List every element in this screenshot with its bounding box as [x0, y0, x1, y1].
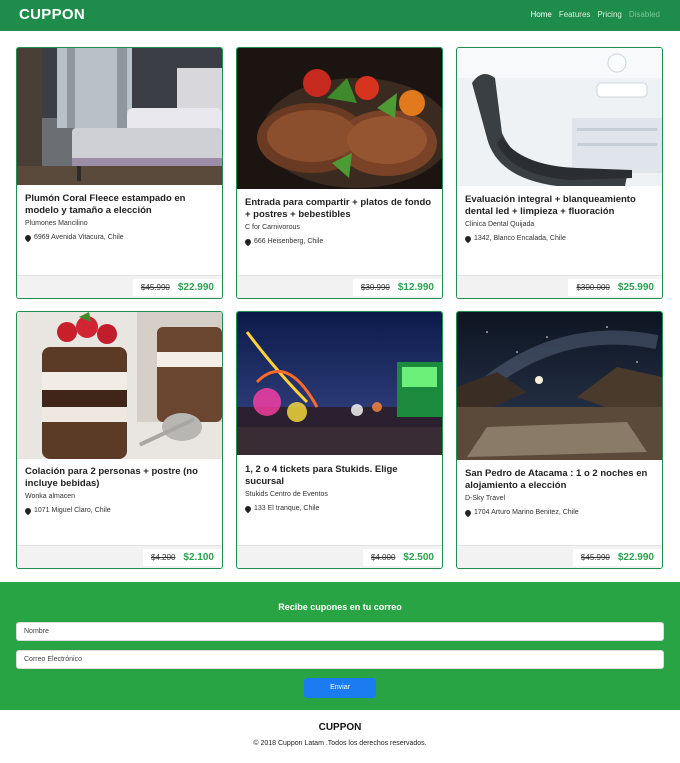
old-price: $300.000 [576, 283, 610, 292]
nav-links: Home Features Pricing Disabled [530, 10, 660, 19]
deal-address: 666 Heisenberg, Chile [243, 237, 436, 246]
steak-photo[interactable] [237, 48, 442, 189]
deal-address: 1071 Miguel Claro, Chile [23, 506, 216, 515]
price-box: $4.000 $2.500 [362, 549, 442, 566]
deal-card[interactable]: Plumón Coral Fleece estampado en modelo … [16, 47, 223, 299]
footer-copyright: © 2018 Cuppon Latam .Todos los derechos … [253, 740, 427, 747]
new-price: $25.990 [617, 282, 654, 293]
deal-title[interactable]: San Pedro de Atacama : 1 o 2 noches en a… [465, 468, 656, 492]
map-pin-icon [23, 506, 33, 515]
fairground-photo[interactable] [237, 312, 442, 455]
card-footer: $45.990 $22.990 [457, 545, 662, 568]
deal-address: 6969 Avenida Vitacura, Chile [23, 233, 216, 242]
address-text: 1071 Miguel Claro, Chile [34, 507, 111, 514]
price-box: $4.200 $2.100 [142, 549, 222, 566]
address-text: 666 Heisenberg, Chile [254, 238, 324, 245]
merchant-name: Plumones Mancilino [25, 220, 88, 227]
merchant-name: Stukids Centro de Eventos [245, 491, 328, 498]
card-footer: $4.000 $2.500 [237, 545, 442, 568]
address-text: 133 El tranque, Chile [254, 505, 320, 512]
deal-card[interactable]: San Pedro de Atacama : 1 o 2 noches en a… [456, 311, 663, 569]
new-price: $22.990 [177, 282, 214, 293]
address-text: 1342, Blanco Encalada, Chile [474, 235, 566, 242]
new-price: $12.990 [397, 282, 434, 293]
nav-home[interactable]: Home [530, 10, 551, 19]
new-price: $22.990 [617, 552, 654, 563]
address-text: 1704 Arturo Marino Benitez, Chile [474, 509, 579, 516]
map-pin-icon [243, 504, 253, 513]
merchant-name: Clinica Dental Quijada [465, 221, 535, 228]
new-price: $2.100 [183, 552, 214, 563]
nav-features[interactable]: Features [559, 10, 591, 19]
price-box: $45.990 $22.990 [132, 279, 222, 296]
merchant-name: Wonka almacen [25, 493, 76, 500]
deal-address: 133 El tranque, Chile [243, 504, 436, 513]
card-footer: $4.200 $2.100 [17, 545, 222, 568]
deal-title[interactable]: Entrada para compartir + platos de fondo… [245, 197, 436, 221]
deal-title[interactable]: 1, 2 o 4 tickets para Stukids. Elige suc… [245, 464, 436, 488]
card-footer: $300.000 $25.990 [457, 275, 662, 298]
navbar: CUPPON Home Features Pricing Disabled [0, 0, 680, 31]
price-box: $30.990 $12.990 [352, 279, 442, 296]
brand-logo[interactable]: CUPPON [19, 6, 85, 23]
footer-brand: CUPPON [318, 722, 362, 733]
deal-address: 1704 Arturo Marino Benitez, Chile [463, 508, 656, 517]
new-price: $2.500 [403, 552, 434, 563]
dental-chair-photo[interactable] [457, 48, 662, 186]
deal-title[interactable]: Colación para 2 personas + postre (no in… [25, 466, 216, 490]
nav-pricing[interactable]: Pricing [597, 10, 621, 19]
deal-title[interactable]: Evaluación integral + blanqueamiento den… [465, 194, 656, 218]
night-desert-photo[interactable] [457, 312, 662, 460]
price-box: $45.990 $22.990 [572, 549, 662, 566]
submit-button[interactable]: Enviar [304, 678, 376, 698]
old-price: $4.200 [150, 553, 176, 562]
map-pin-icon [243, 237, 253, 246]
merchant-name: C for Carnivorous [245, 224, 300, 231]
deal-card[interactable]: Entrada para compartir + platos de fondo… [236, 47, 443, 299]
deal-address: 1342, Blanco Encalada, Chile [463, 234, 656, 243]
deal-title[interactable]: Plumón Coral Fleece estampado en modelo … [25, 193, 216, 217]
address-text: 6969 Avenida Vitacura, Chile [34, 234, 124, 241]
bedroom-photo[interactable] [17, 48, 222, 185]
card-footer: $30.990 $12.990 [237, 275, 442, 298]
newsletter-signup: Recibe cupones en tu correo Nombre Corre… [0, 582, 680, 710]
card-footer: $45.990 $22.990 [17, 275, 222, 298]
old-price: $45.990 [140, 283, 170, 292]
dessert-photo[interactable] [17, 312, 222, 459]
map-pin-icon [463, 508, 473, 517]
old-price: $30.990 [360, 283, 390, 292]
nav-disabled: Disabled [628, 10, 660, 19]
merchant-name: D-Sky Travel [465, 495, 506, 502]
email-field[interactable]: Correo Electrónico [16, 650, 664, 669]
map-pin-icon [463, 234, 473, 243]
old-price: $45.990 [580, 553, 610, 562]
old-price: $4.000 [370, 553, 396, 562]
deal-card[interactable]: Colación para 2 personas + postre (no in… [16, 311, 223, 569]
deal-card[interactable]: Evaluación integral + blanqueamiento den… [456, 47, 663, 299]
map-pin-icon [23, 233, 33, 242]
signup-title: Recibe cupones en tu correo [278, 602, 402, 612]
price-box: $300.000 $25.990 [568, 279, 662, 296]
name-field[interactable]: Nombre [16, 622, 664, 641]
deal-card[interactable]: 1, 2 o 4 tickets para Stukids. Elige suc… [236, 311, 443, 569]
